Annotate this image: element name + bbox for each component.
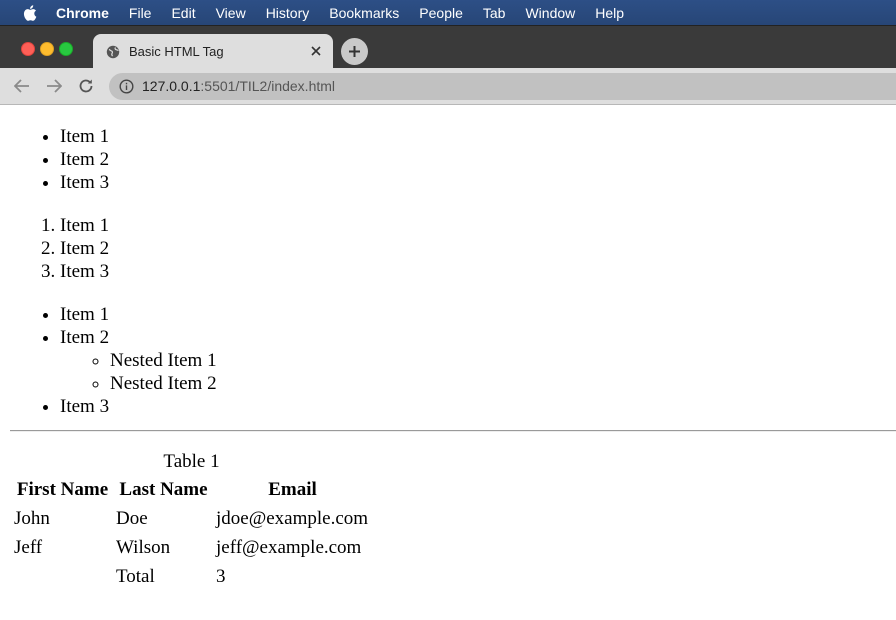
- url-path: :5501/TIL2/index.html: [200, 78, 336, 94]
- list-item: Item 1: [60, 125, 109, 148]
- table-cell: Doe: [116, 507, 148, 529]
- menu-view[interactable]: View: [216, 5, 246, 21]
- unordered-list: Item 1 Item 2 Item 3: [0, 125, 109, 194]
- list-item: Item 1: [60, 303, 217, 326]
- menu-tab[interactable]: Tab: [483, 5, 506, 21]
- horizontal-rule: [10, 430, 896, 432]
- new-tab-button[interactable]: [341, 38, 368, 65]
- column-header-first-name: First Name: [16, 479, 109, 500]
- menu-help[interactable]: Help: [595, 5, 624, 21]
- table-cell: jdoe@example.com: [216, 507, 369, 529]
- data-table: Table 1 First Name Last Name Email John …: [10, 450, 373, 592]
- nested-list-item: Nested Item 1: [110, 349, 217, 372]
- list-item-with-children: Item 2 Nested Item 1 Nested Item 2: [60, 326, 217, 395]
- table-caption: Table 1: [163, 451, 220, 472]
- page-content: Item 1 Item 2 Item 3 Item 1 Item 2 Item …: [0, 105, 896, 620]
- reload-icon[interactable]: [76, 76, 96, 96]
- globe-icon: [106, 45, 120, 59]
- table-cell: Wilson: [116, 536, 171, 558]
- table-row: Jeff Wilson jeff@example.com: [13, 534, 370, 560]
- apple-logo-icon[interactable]: [22, 4, 38, 21]
- forward-arrow-icon[interactable]: [44, 76, 64, 96]
- table-cell: jeff@example.com: [216, 536, 362, 558]
- table-footer-label: Total: [116, 565, 155, 587]
- menu-people[interactable]: People: [419, 5, 463, 21]
- nested-list-item: Nested Item 2: [110, 372, 217, 395]
- menu-file[interactable]: File: [129, 5, 152, 21]
- list-item-label: Item 2: [60, 327, 110, 348]
- menu-bookmarks[interactable]: Bookmarks: [329, 5, 399, 21]
- column-header-email: Email: [268, 479, 317, 500]
- browser-toolbar: 127.0.0.1:5501/TIL2/index.html: [0, 68, 896, 105]
- close-window-button[interactable]: [21, 42, 35, 56]
- tab-title: Basic HTML Tag: [129, 44, 224, 59]
- zoom-window-button[interactable]: [59, 42, 73, 56]
- list-item: Item 3: [60, 395, 217, 418]
- macos-menu-bar: Chrome File Edit View History Bookmarks …: [0, 0, 896, 25]
- column-header-last-name: Last Name: [119, 479, 208, 500]
- table-footer-value: 3: [216, 565, 226, 587]
- ordered-list: Item 1 Item 2 Item 3: [0, 214, 109, 283]
- menu-edit[interactable]: Edit: [171, 5, 195, 21]
- table-footer-row: Total 3: [13, 563, 370, 589]
- address-bar[interactable]: 127.0.0.1:5501/TIL2/index.html: [109, 73, 896, 100]
- table-cell: Jeff: [14, 536, 43, 558]
- menu-history[interactable]: History: [266, 5, 310, 21]
- browser-tab-active[interactable]: Basic HTML Tag: [93, 34, 333, 69]
- table-cell: [13, 563, 112, 589]
- table-row: John Doe jdoe@example.com: [13, 505, 370, 531]
- nested-sublist: Nested Item 1 Nested Item 2: [60, 349, 217, 395]
- back-arrow-icon[interactable]: [12, 76, 32, 96]
- minimize-window-button[interactable]: [40, 42, 54, 56]
- tab-strip: Basic HTML Tag: [0, 25, 896, 69]
- list-item: Item 3: [60, 171, 109, 194]
- menu-app-chrome[interactable]: Chrome: [56, 5, 109, 21]
- table-cell: John: [14, 507, 50, 529]
- info-icon[interactable]: [119, 79, 134, 94]
- list-item: Item 2: [60, 148, 109, 171]
- url-host: 127.0.0.1: [142, 78, 201, 94]
- menu-window[interactable]: Window: [525, 5, 575, 21]
- nested-list: Item 1 Item 2 Nested Item 1 Nested Item …: [0, 303, 217, 418]
- list-item: Item 3: [60, 260, 109, 283]
- table-header-row: First Name Last Name Email: [13, 477, 370, 502]
- list-item: Item 2: [60, 237, 109, 260]
- close-tab-icon[interactable]: [307, 42, 325, 60]
- list-item: Item 1: [60, 214, 109, 237]
- url-text: 127.0.0.1:5501/TIL2/index.html: [142, 78, 335, 94]
